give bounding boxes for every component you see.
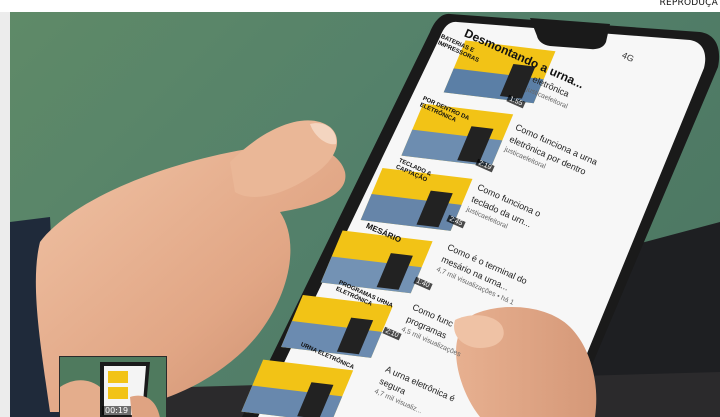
video-inset[interactable]: 00:19	[59, 356, 167, 417]
left-edge-strip	[0, 12, 10, 417]
photo-credit: REPRODUÇÃ	[659, 0, 718, 8]
photo-frame: REPRODUÇÃ Desmontando a urna... 4G eletr…	[0, 0, 720, 417]
top-strip: REPRODUÇÃ	[0, 0, 720, 12]
inset-timecode: 00:19	[102, 406, 132, 415]
